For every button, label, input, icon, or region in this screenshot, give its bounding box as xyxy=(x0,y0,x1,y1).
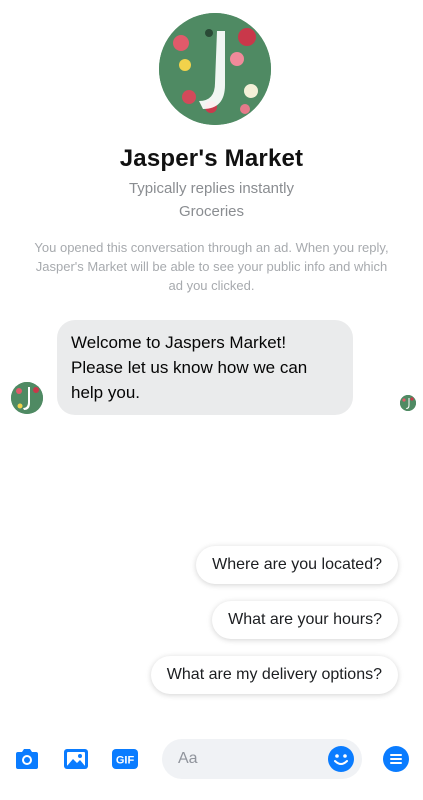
page-title: Jasper's Market xyxy=(119,145,304,172)
market-logo-image xyxy=(159,13,271,125)
message-composer: GIF xyxy=(0,736,423,782)
ad-notice-text: You opened this conversation through an … xyxy=(34,240,389,293)
gif-icon[interactable]: GIF xyxy=(111,745,139,773)
menu-icon[interactable] xyxy=(382,745,410,773)
emoji-icon[interactable] xyxy=(327,745,355,773)
message-input-container[interactable] xyxy=(162,739,362,779)
quick-reply-delivery[interactable]: What are my delivery options? xyxy=(150,656,398,694)
category-text: Groceries xyxy=(178,203,245,220)
seen-indicator-avatar xyxy=(400,395,416,411)
gif-label: GIF xyxy=(116,755,135,767)
message-bubble[interactable]: Welcome to Jaspers Market! Please let us… xyxy=(57,320,353,415)
message-input[interactable] xyxy=(178,739,318,779)
camera-icon[interactable] xyxy=(13,745,41,773)
page-profile-picture[interactable] xyxy=(159,13,271,125)
quick-reply-hours[interactable]: What are your hours? xyxy=(212,601,398,639)
seen-avatar-image xyxy=(400,395,416,411)
quick-reply-location[interactable]: Where are you located? xyxy=(196,546,398,584)
sender-avatar-image xyxy=(11,382,43,414)
message-row: Welcome to Jaspers Market! Please let us… xyxy=(0,318,423,418)
response-time-text: Typically replies instantly xyxy=(128,180,295,197)
sender-avatar[interactable] xyxy=(11,382,43,414)
photo-icon[interactable] xyxy=(62,745,90,773)
